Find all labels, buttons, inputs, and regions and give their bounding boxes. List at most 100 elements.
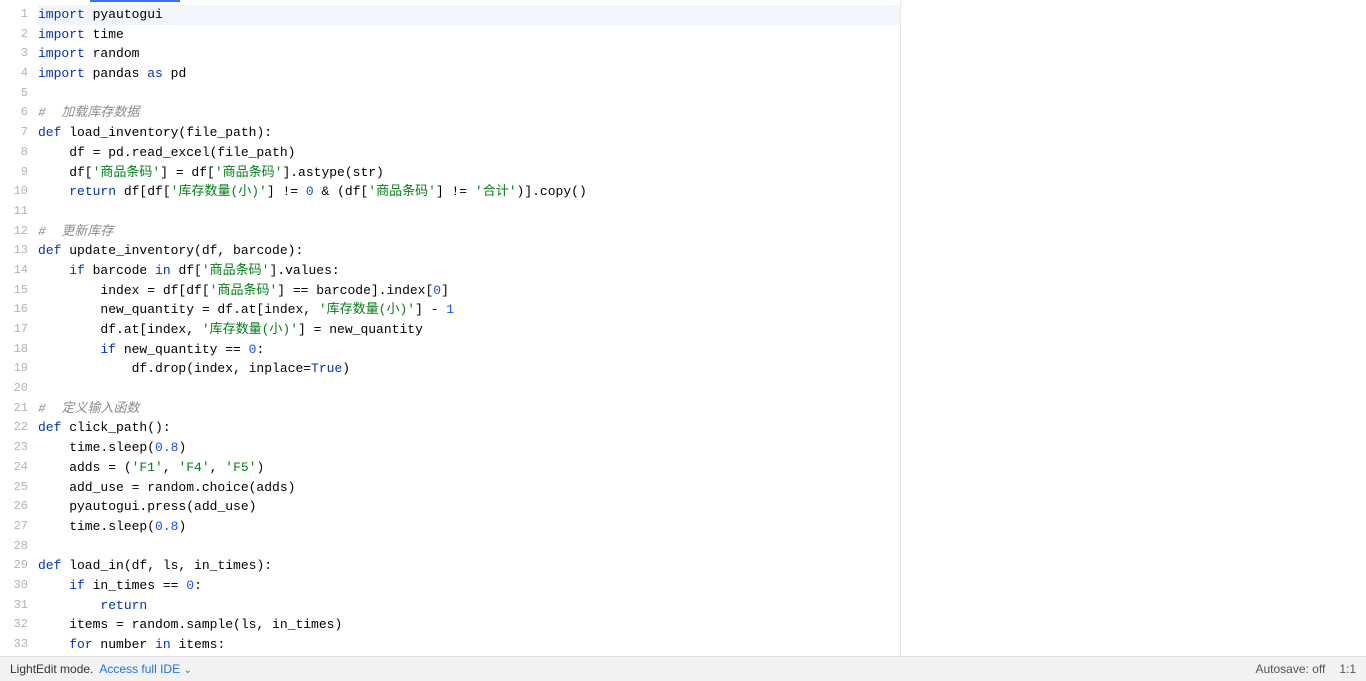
token-com: # 定义输入函数 <box>38 401 139 416</box>
code-line[interactable]: for number in items: <box>38 635 900 655</box>
token-p: items = random.sample(ls, in_times) <box>38 617 342 632</box>
code-line[interactable]: if new_quantity == 0: <box>38 340 900 360</box>
code-line[interactable]: adds = ('F1', 'F4', 'F5') <box>38 458 900 478</box>
code-line[interactable]: return <box>38 596 900 616</box>
code-line[interactable]: # 更新库存 <box>38 222 900 242</box>
code-line[interactable]: df.drop(index, inplace=True) <box>38 359 900 379</box>
code-editor[interactable]: import pyautoguiimport timeimport random… <box>38 0 901 656</box>
line-number: 32 <box>0 615 28 635</box>
token-p <box>38 637 69 652</box>
line-number: 13 <box>0 241 28 261</box>
code-line[interactable] <box>38 379 900 399</box>
line-number: 21 <box>0 399 28 419</box>
line-number: 9 <box>0 163 28 183</box>
token-p <box>38 184 69 199</box>
code-line[interactable]: time.sleep(0.8) <box>38 438 900 458</box>
code-line[interactable]: def click_path(): <box>38 418 900 438</box>
token-p: barcode <box>85 263 155 278</box>
token-kw: in <box>155 637 171 652</box>
code-line[interactable] <box>38 202 900 222</box>
code-line[interactable] <box>38 84 900 104</box>
status-bar: LightEdit mode. Access full IDE ⌄ Autosa… <box>0 656 1366 681</box>
token-kw: if <box>69 578 85 593</box>
token-p: pyautogui.press(add_use) <box>38 499 256 514</box>
status-right-group: Autosave: off 1:1 <box>1255 662 1356 676</box>
line-number: 22 <box>0 418 28 438</box>
token-p: add_use = random.choice(adds) <box>38 480 295 495</box>
token-p: , <box>210 460 226 475</box>
code-line[interactable]: def update_inventory(df, barcode): <box>38 241 900 261</box>
code-line[interactable]: add_use = random.choice(adds) <box>38 478 900 498</box>
code-line[interactable]: pyautogui.press(add_use) <box>38 497 900 517</box>
token-p: time <box>85 27 124 42</box>
token-p: index = df[df[ <box>38 283 210 298</box>
line-number: 8 <box>0 143 28 163</box>
token-p: ] != <box>436 184 475 199</box>
token-kw: def <box>38 125 61 140</box>
code-line[interactable]: if barcode in df['商品条码'].values: <box>38 261 900 281</box>
code-line[interactable]: # 定义输入函数 <box>38 399 900 419</box>
token-p: pd <box>163 66 186 81</box>
editor-empty-right-panel <box>901 0 1366 656</box>
token-p: : <box>194 578 202 593</box>
token-p <box>38 598 100 613</box>
line-number: 23 <box>0 438 28 458</box>
access-full-ide-link[interactable]: Access full IDE ⌄ <box>99 662 191 676</box>
autosave-status[interactable]: Autosave: off <box>1255 662 1325 676</box>
code-line[interactable]: if in_times == 0: <box>38 576 900 596</box>
token-str: '库存数量(小)' <box>319 302 415 317</box>
token-p: update_inventory(df, barcode): <box>61 243 303 258</box>
token-str: 'F5' <box>225 460 256 475</box>
line-number: 17 <box>0 320 28 340</box>
code-line[interactable]: def load_inventory(file_path): <box>38 123 900 143</box>
active-tab-indicator <box>90 0 180 2</box>
code-line[interactable]: index = df[df['商品条码'] == barcode].index[… <box>38 281 900 301</box>
token-p <box>38 263 69 278</box>
line-number: 33 <box>0 635 28 655</box>
code-line[interactable]: df.at[index, '库存数量(小)'] = new_quantity <box>38 320 900 340</box>
token-str: 'F4' <box>178 460 209 475</box>
token-num: 0.8 <box>155 440 178 455</box>
token-p: df = pd.read_excel(file_path) <box>38 145 295 160</box>
code-line[interactable] <box>38 537 900 557</box>
token-str: '合计' <box>475 184 517 199</box>
code-line[interactable]: def load_in(df, ls, in_times): <box>38 556 900 576</box>
code-line[interactable]: df = pd.read_excel(file_path) <box>38 143 900 163</box>
token-p: ] = new_quantity <box>298 322 423 337</box>
token-p: new_quantity == <box>116 342 249 357</box>
code-line[interactable]: return df[df['库存数量(小)'] != 0 & (df['商品条码… <box>38 182 900 202</box>
code-line[interactable]: # 加载库存数据 <box>38 103 900 123</box>
token-kw: def <box>38 420 61 435</box>
code-line[interactable]: new_quantity = df.at[index, '库存数量(小)'] -… <box>38 300 900 320</box>
token-num: 0 <box>186 578 194 593</box>
token-p: ) <box>257 460 265 475</box>
code-line[interactable]: items = random.sample(ls, in_times) <box>38 615 900 635</box>
code-line[interactable]: time.sleep(0.8) <box>38 517 900 537</box>
line-number: 25 <box>0 478 28 498</box>
token-p: ] - <box>415 302 446 317</box>
token-p: ) <box>178 440 186 455</box>
token-p: ) <box>342 361 350 376</box>
access-full-ide-text: Access full IDE <box>99 662 180 676</box>
code-line[interactable]: import pandas as pd <box>38 64 900 84</box>
token-str: '库存数量(小)' <box>171 184 267 199</box>
line-number: 27 <box>0 517 28 537</box>
token-p: ] <box>441 283 449 298</box>
token-kw: as <box>147 66 163 81</box>
code-line[interactable]: import time <box>38 25 900 45</box>
token-str: '库存数量(小)' <box>202 322 298 337</box>
line-number: 15 <box>0 281 28 301</box>
token-p: ] == barcode].index[ <box>277 283 433 298</box>
code-line[interactable]: df['商品条码'] = df['商品条码'].astype(str) <box>38 163 900 183</box>
code-line[interactable]: import pyautogui <box>38 5 900 25</box>
token-p: & (df[ <box>314 184 369 199</box>
token-com: # 更新库存 <box>38 224 113 239</box>
token-p: click_path(): <box>61 420 170 435</box>
status-left-group: LightEdit mode. Access full IDE ⌄ <box>10 662 192 676</box>
token-kw: def <box>38 243 61 258</box>
token-p <box>38 578 69 593</box>
token-str: '商品条码' <box>368 184 436 199</box>
code-line[interactable]: import random <box>38 44 900 64</box>
line-number: 29 <box>0 556 28 576</box>
cursor-position[interactable]: 1:1 <box>1339 662 1356 676</box>
